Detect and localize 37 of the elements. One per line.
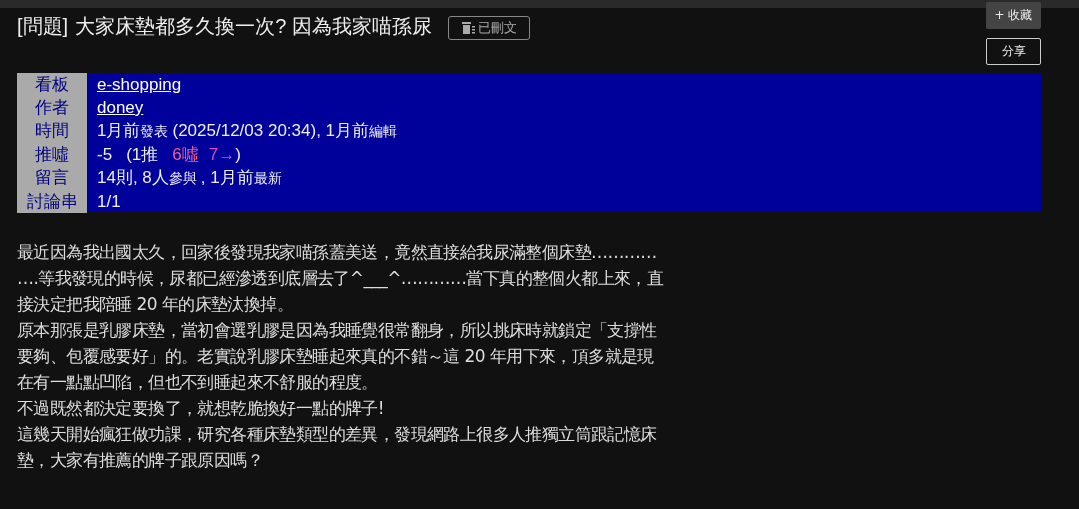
body-text: ….等我發現的時候，尿都已經滲透到底層去了^___^…………當下真的整個火都上來，直: [17, 267, 665, 291]
deleted-button[interactable]: 已刪文: [447, 16, 530, 40]
meta-note: 編輯: [369, 123, 398, 141]
body-text: 不過既然都決定要換了，就想乾脆換好一點的牌子!: [17, 397, 385, 420]
field-label: 時間: [17, 119, 87, 143]
trash-icon: [460, 21, 475, 35]
field-label: 作者: [17, 96, 87, 119]
post-title: 大家床墊都多久換一次? 因為我家喵孫尿: [75, 13, 432, 39]
body-text: 墊，大家有推薦的牌子跟原因嗎？: [17, 449, 264, 472]
body-text: 原本那張是乳膠床墊，當初會選乳膠是因為我睡覺很常翻身，所以挑床時就鎖定「支撐性: [17, 319, 658, 342]
body-text: 最近因為我出國太久，回家後發現我家喵孫蓋美送，竟然直接給我尿滿整個床墊…………: [17, 241, 658, 264]
body-text: 要夠、包覆感要好」的。老實說乳膠床墊睡起來真的不錯～這 20 年用下來，頂多就是現: [17, 345, 655, 368]
field-value: , 1月前: [200, 167, 254, 189]
field-label: 推噓: [17, 143, 87, 166]
meta-note: 發表: [140, 123, 169, 141]
field-value: -5: [97, 144, 113, 166]
field-value: 1/1: [97, 191, 121, 213]
field-value: ): [235, 144, 241, 166]
post-tag: [問題]: [17, 12, 69, 40]
body-text: 接決定把我陪睡 20 年的床墊汰換掉。: [17, 293, 295, 316]
meta-note: 參與: [168, 170, 197, 188]
field-value: (2025/12/03 20:34), 1月前: [172, 120, 370, 142]
board-link[interactable]: e-shopping: [97, 73, 182, 96]
share-button[interactable]: 分享: [986, 38, 1041, 65]
field-value: 1月前: [97, 120, 141, 142]
boo-count: 6噓: [172, 144, 199, 166]
meta-note: 最新: [253, 170, 282, 188]
field-label: 討論串: [17, 190, 87, 213]
body-text: 在有一點點凹陷，但也不到睡起來不舒服的程度。: [17, 371, 379, 394]
field-value: (1推: [126, 144, 159, 166]
favorite-button[interactable]: + 收藏: [986, 2, 1041, 29]
body-text: 這幾天開始瘋狂做功課，研究各種床墊類型的差異，發現網路上很多人推獨立筒跟記憶床: [17, 423, 658, 446]
author-link[interactable]: doney: [97, 96, 144, 119]
neutral-count: 7→: [208, 144, 236, 166]
field-value: 14則, 8人: [97, 167, 169, 189]
field-label: 留言: [17, 166, 87, 190]
field-label: 看板: [17, 73, 87, 96]
